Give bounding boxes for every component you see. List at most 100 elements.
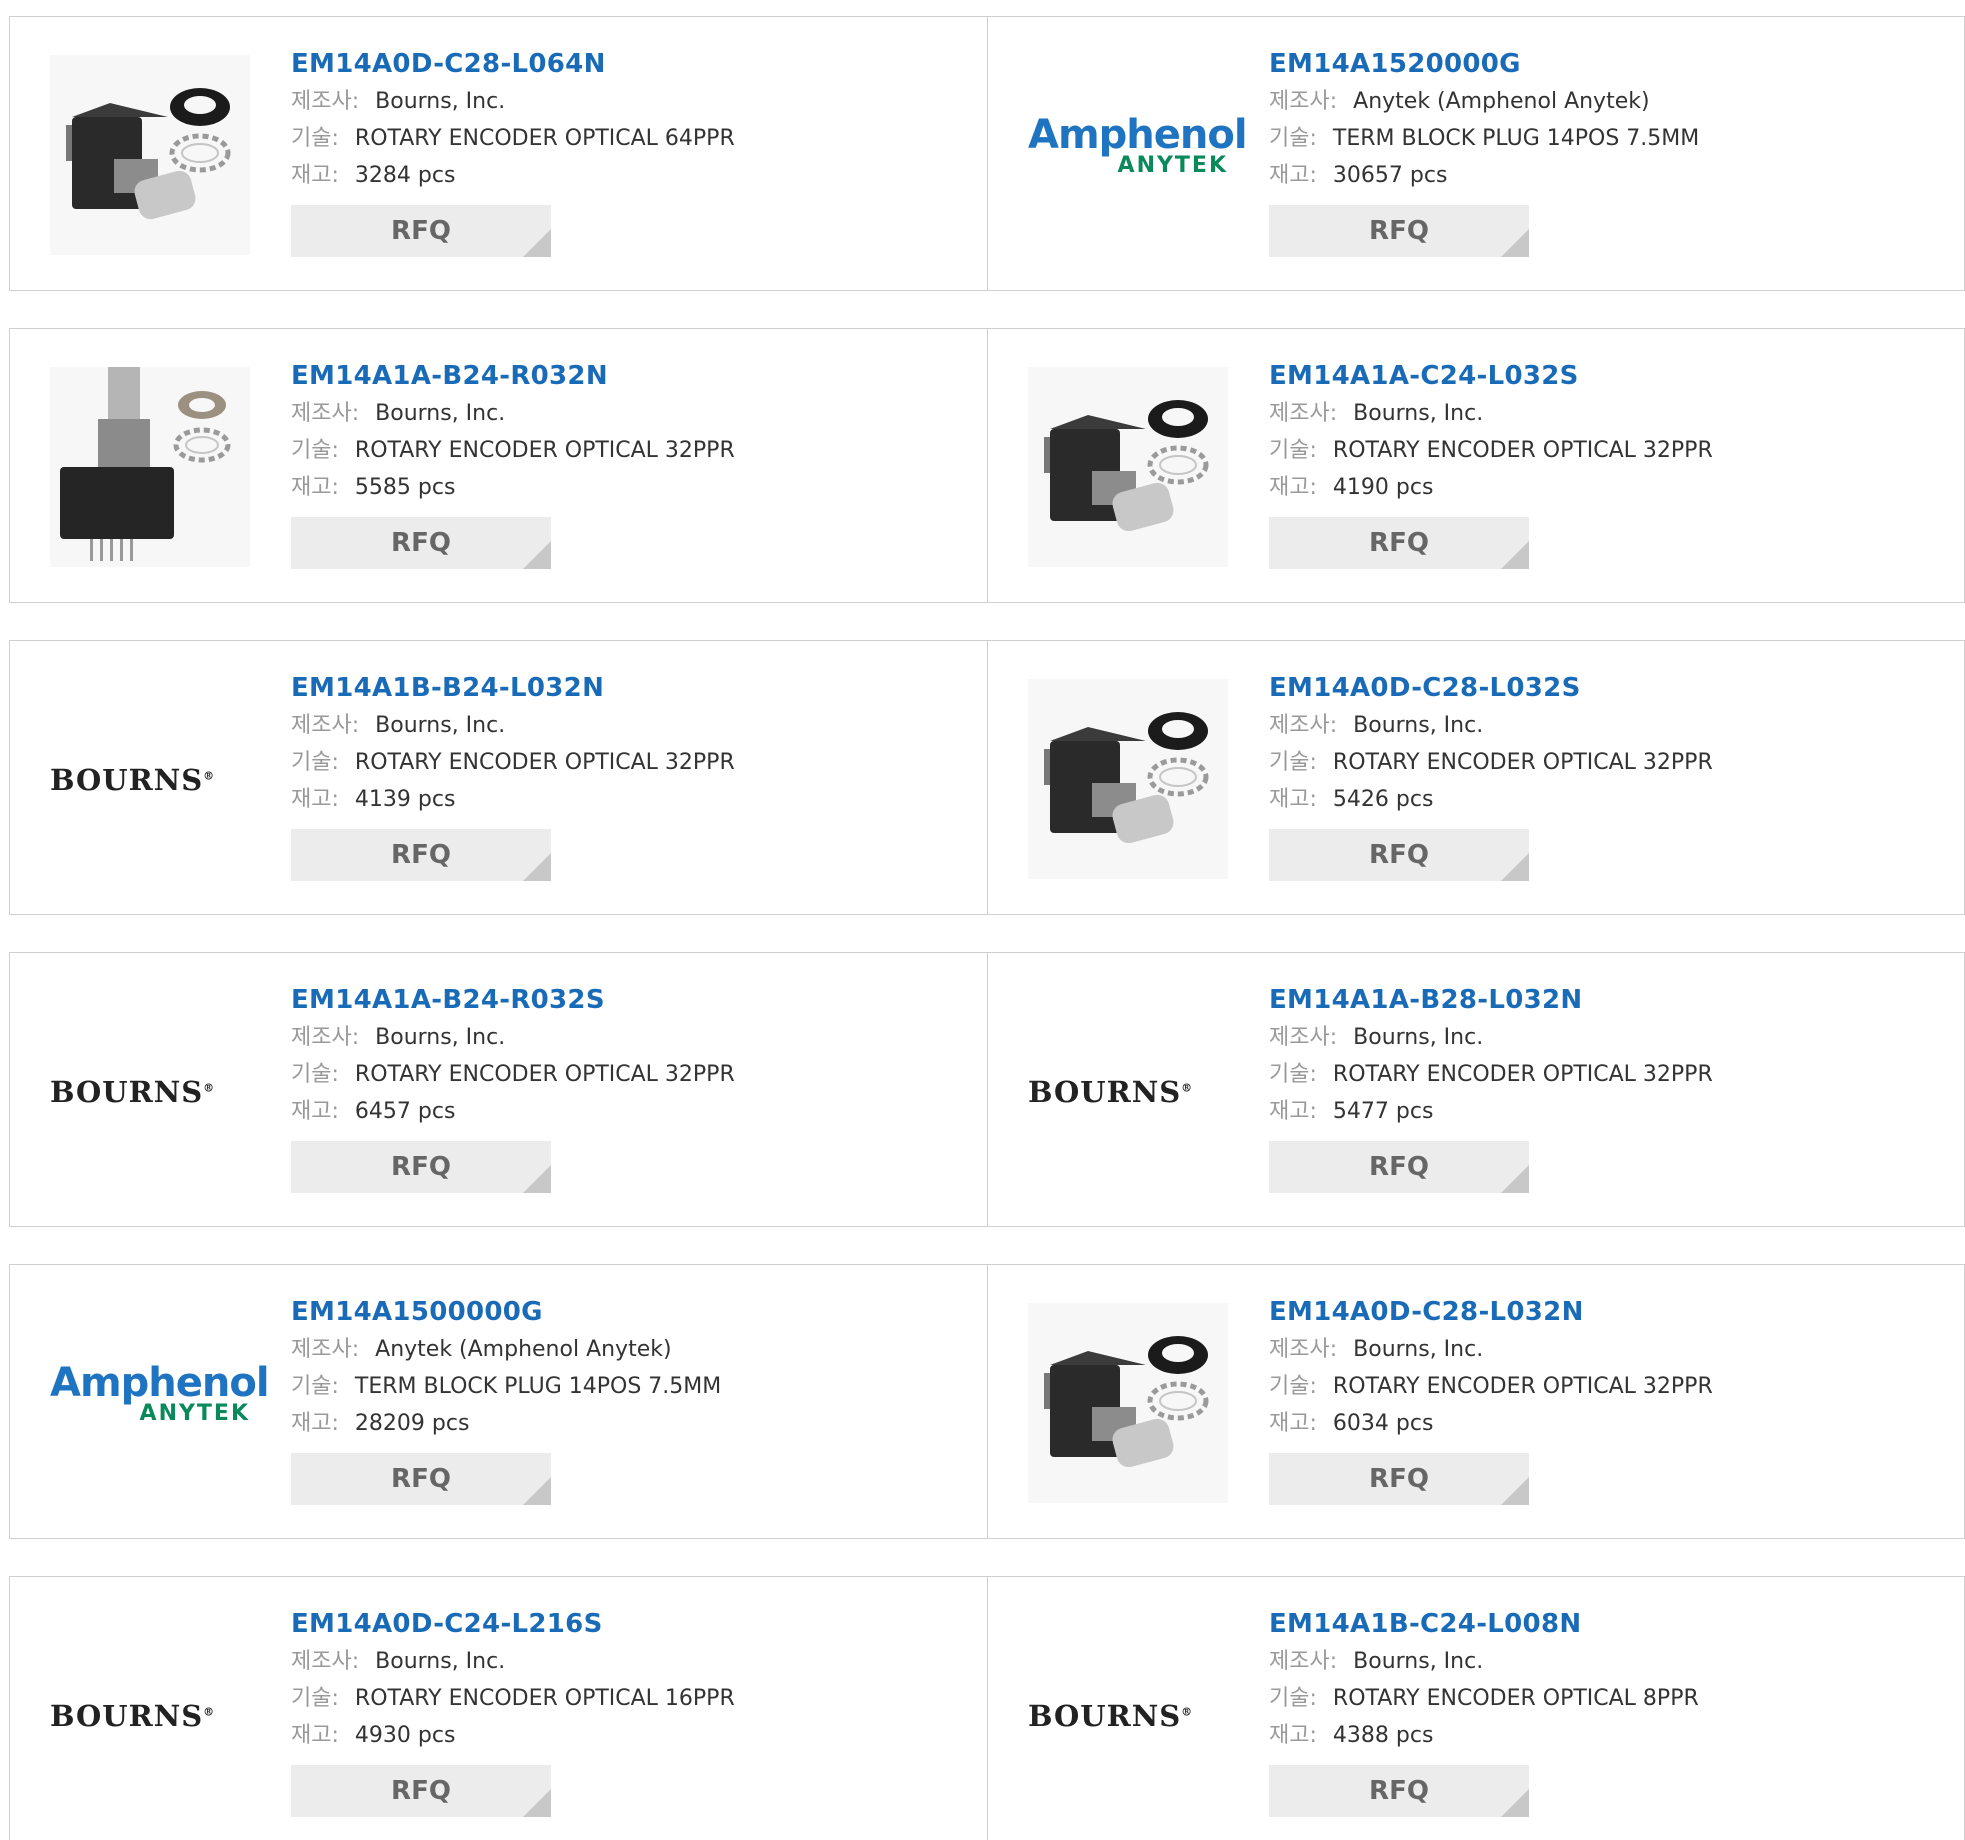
manufacturer-label: 제조사: <box>291 1649 360 1674</box>
description-line: 기술: ROTARY ENCODER OPTICAL 32PPR <box>1269 1056 1713 1093</box>
stock-label: 재고: <box>291 1411 339 1436</box>
product-card: EM14A0D-C28-L032S 제조사: Bourns, Inc. 기술: ROTA… <box>988 641 1965 914</box>
description-value: ROTARY ENCODER OPTICAL 16PPR <box>354 1686 735 1711</box>
product-card: Amphenol ANYTEK EM14A1520000G 제조사: Anytek (A… <box>988 17 1965 290</box>
product-image[interactable] <box>50 55 250 255</box>
manufacturer-value: Bourns, Inc. <box>1353 1025 1484 1050</box>
stock-line: 재고: 30657 pcs <box>1269 157 1699 194</box>
stock-value: 5585 pcs <box>354 475 456 500</box>
rfq-button[interactable]: RFQ <box>1269 1453 1529 1505</box>
product-part-link[interactable]: EM14A1520000G <box>1269 45 1699 83</box>
rfq-button[interactable]: RFQ <box>1269 1141 1529 1193</box>
description-value: ROTARY ENCODER OPTICAL 32PPR <box>1332 438 1713 463</box>
manufacturer-value: Bourns, Inc. <box>1353 1337 1484 1362</box>
rfq-button[interactable]: RFQ <box>291 829 551 881</box>
manufacturer-label: 제조사: <box>291 713 360 738</box>
product-card: EM14A1A-B24-R032N 제조사: Bourns, Inc. 기술: ROTA… <box>10 329 987 602</box>
description-value: ROTARY ENCODER OPTICAL 32PPR <box>354 750 735 775</box>
manufacturer-label: 제조사: <box>291 89 360 114</box>
product-info: EM14A0D-C28-L064N 제조사: Bourns, Inc. 기술: ROTA… <box>291 45 735 257</box>
bourns-logo-text: BOURNS® <box>1028 1075 1194 1109</box>
product-row: EM14A0D-C28-L064N 제조사: Bourns, Inc. 기술: ROTA… <box>9 16 1965 291</box>
stock-label: 재고: <box>291 787 339 812</box>
manufacturer-line: 제조사: Bourns, Inc. <box>1269 1643 1699 1680</box>
stock-line: 재고: 3284 pcs <box>291 157 735 194</box>
product-info: EM14A1A-C24-L032S 제조사: Bourns, Inc. 기술: ROTA… <box>1269 357 1713 569</box>
bourns-logo-text: BOURNS® <box>50 763 216 797</box>
description-line: 기술: ROTARY ENCODER OPTICAL 64PPR <box>291 120 735 157</box>
product-image[interactable] <box>1028 679 1228 879</box>
bourns-logo[interactable]: BOURNS® <box>1028 1615 1228 1815</box>
rfq-button[interactable]: RFQ <box>1269 829 1529 881</box>
rfq-button[interactable]: RFQ <box>291 205 551 257</box>
rfq-button[interactable]: RFQ <box>1269 205 1529 257</box>
product-image[interactable] <box>1028 1303 1228 1503</box>
stock-label: 재고: <box>291 1723 339 1748</box>
description-label: 기술: <box>1269 126 1317 151</box>
product-card: Amphenol ANYTEK EM14A1500000G 제조사: Anytek (A… <box>10 1265 987 1538</box>
manufacturer-label: 제조사: <box>291 1337 360 1362</box>
stock-label: 재고: <box>1269 1099 1317 1124</box>
product-part-link[interactable]: EM14A1A-B24-R032S <box>291 981 735 1019</box>
manufacturer-value: Anytek (Amphenol Anytek) <box>1353 89 1650 114</box>
amphenol-anytek-logo[interactable]: Amphenol ANYTEK <box>50 1303 270 1503</box>
manufacturer-value: Bourns, Inc. <box>375 89 506 114</box>
manufacturer-label: 제조사: <box>1269 1025 1338 1050</box>
description-label: 기술: <box>291 1374 339 1399</box>
product-part-link[interactable]: EM14A1B-B24-L032N <box>291 669 735 707</box>
manufacturer-label: 제조사: <box>291 401 360 426</box>
description-value: ROTARY ENCODER OPTICAL 32PPR <box>354 438 735 463</box>
stock-line: 재고: 5477 pcs <box>1269 1093 1713 1130</box>
manufacturer-value: Anytek (Amphenol Anytek) <box>375 1337 672 1362</box>
description-line: 기술: ROTARY ENCODER OPTICAL 32PPR <box>1269 744 1713 781</box>
product-part-link[interactable]: EM14A0D-C28-L064N <box>291 45 735 83</box>
manufacturer-value: Bourns, Inc. <box>1353 1649 1484 1674</box>
product-card: BOURNS® EM14A1A-B28-L032N 제조사: Bourns, Inc.… <box>988 953 1965 1226</box>
bourns-logo[interactable]: BOURNS® <box>50 679 250 879</box>
product-image[interactable] <box>1028 367 1228 567</box>
product-part-link[interactable]: EM14A1A-B24-R032N <box>291 357 735 395</box>
rfq-button[interactable]: RFQ <box>1269 517 1529 569</box>
manufacturer-line: 제조사: Anytek (Amphenol Anytek) <box>1269 83 1699 120</box>
bourns-logo-text: BOURNS® <box>1028 1699 1194 1733</box>
product-part-link[interactable]: EM14A0D-C28-L032N <box>1269 1293 1713 1331</box>
description-label: 기술: <box>1269 1062 1317 1087</box>
product-part-link[interactable]: EM14A1500000G <box>291 1293 721 1331</box>
rfq-button[interactable]: RFQ <box>291 1453 551 1505</box>
bourns-logo[interactable]: BOURNS® <box>50 1615 250 1815</box>
product-card: BOURNS® EM14A1A-B24-R032S 제조사: Bourns, Inc.… <box>10 953 987 1226</box>
description-line: 기술: TERM BLOCK PLUG 14POS 7.5MM <box>291 1368 721 1405</box>
stock-label: 재고: <box>1269 1723 1317 1748</box>
stock-line: 재고: 4930 pcs <box>291 1717 735 1754</box>
description-value: ROTARY ENCODER OPTICAL 8PPR <box>1332 1686 1699 1711</box>
stock-line: 재고: 6457 pcs <box>291 1093 735 1130</box>
stock-label: 재고: <box>291 475 339 500</box>
product-image[interactable] <box>50 367 250 567</box>
product-part-link[interactable]: EM14A1B-C24-L008N <box>1269 1605 1699 1643</box>
stock-value: 4190 pcs <box>1332 475 1434 500</box>
product-card: BOURNS® EM14A0D-C24-L216S 제조사: Bourns, Inc.… <box>10 1577 987 1840</box>
manufacturer-line: 제조사: Bourns, Inc. <box>291 83 735 120</box>
manufacturer-label: 제조사: <box>1269 1649 1338 1674</box>
product-card: BOURNS® EM14A1B-B24-L032N 제조사: Bourns, Inc.… <box>10 641 987 914</box>
rfq-button[interactable]: RFQ <box>291 1765 551 1817</box>
rfq-button[interactable]: RFQ <box>291 1141 551 1193</box>
description-label: 기술: <box>291 1686 339 1711</box>
manufacturer-line: 제조사: Bourns, Inc. <box>291 707 735 744</box>
rfq-button[interactable]: RFQ <box>1269 1765 1529 1817</box>
product-part-link[interactable]: EM14A1A-C24-L032S <box>1269 357 1713 395</box>
product-part-link[interactable]: EM14A0D-C28-L032S <box>1269 669 1713 707</box>
amphenol-anytek-logo[interactable]: Amphenol ANYTEK <box>1028 55 1248 255</box>
bourns-logo[interactable]: BOURNS® <box>50 991 250 1191</box>
product-info: EM14A0D-C24-L216S 제조사: Bourns, Inc. 기술: ROTA… <box>291 1605 735 1817</box>
stock-label: 재고: <box>1269 163 1317 188</box>
manufacturer-line: 제조사: Bourns, Inc. <box>1269 395 1713 432</box>
stock-line: 재고: 5426 pcs <box>1269 781 1713 818</box>
description-value: ROTARY ENCODER OPTICAL 32PPR <box>1332 750 1713 775</box>
product-row: BOURNS® EM14A1B-B24-L032N 제조사: Bourns, Inc.… <box>9 640 1965 915</box>
product-part-link[interactable]: EM14A1A-B28-L032N <box>1269 981 1713 1019</box>
bourns-logo[interactable]: BOURNS® <box>1028 991 1228 1191</box>
rfq-button[interactable]: RFQ <box>291 517 551 569</box>
product-card: EM14A0D-C28-L064N 제조사: Bourns, Inc. 기술: ROTA… <box>10 17 987 290</box>
product-part-link[interactable]: EM14A0D-C24-L216S <box>291 1605 735 1643</box>
